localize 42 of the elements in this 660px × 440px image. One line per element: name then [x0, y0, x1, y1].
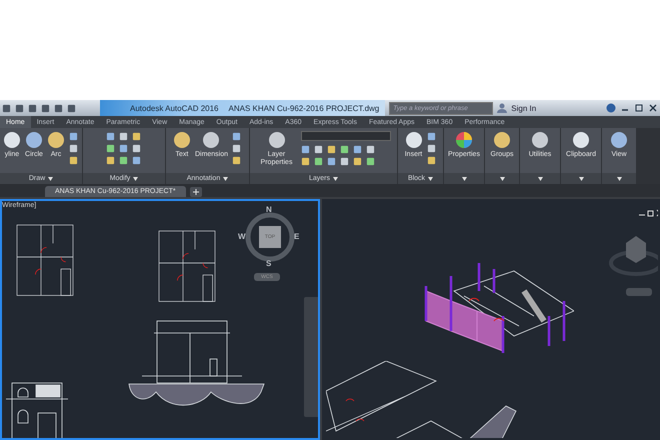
panel-footer[interactable]	[520, 173, 560, 184]
compass-label: S	[266, 259, 272, 268]
panel-footer[interactable]	[444, 173, 484, 184]
close-icon[interactable]	[648, 103, 658, 113]
caret-icon	[428, 176, 434, 180]
tool-icon	[202, 131, 220, 149]
file-title: ANAS KHAN Cu-962-2016 PROJECT.dwg	[228, 104, 380, 112]
caret-icon	[223, 176, 228, 180]
panel-footer[interactable]	[485, 173, 519, 184]
sign-in-link[interactable]: Sign In	[511, 104, 536, 112]
caret-icon	[462, 176, 466, 180]
caret-icon	[538, 176, 542, 180]
caret-icon	[578, 176, 584, 180]
caret-icon	[333, 176, 338, 180]
viewport-controls-icon[interactable]	[638, 209, 658, 217]
caret-icon	[500, 176, 504, 180]
drawing-viewport[interactable]	[322, 199, 660, 440]
tool-icon	[172, 131, 191, 149]
tool-icon	[572, 131, 590, 149]
plus-icon[interactable]	[190, 187, 202, 197]
panel-footer[interactable]	[561, 173, 601, 184]
panel-footer[interactable]	[602, 173, 636, 184]
caret-icon	[133, 176, 138, 180]
tool-icon	[404, 131, 422, 149]
tool-icon	[493, 131, 511, 149]
app-title: Autodesk AutoCAD 2016	[130, 104, 219, 112]
tool-icon	[3, 131, 21, 149]
caret-icon	[616, 176, 622, 180]
tool-icon	[268, 131, 286, 149]
restore-icon[interactable]	[634, 103, 644, 113]
caret-icon	[48, 176, 54, 180]
color-wheel-icon	[455, 131, 473, 149]
compass-label: E	[294, 232, 300, 241]
compass-label: W	[238, 232, 246, 241]
tool-icon	[47, 131, 65, 149]
user-icon	[497, 103, 508, 113]
help-icon[interactable]	[606, 103, 616, 113]
layer-dropdown[interactable]	[300, 131, 390, 141]
tool-icon	[25, 131, 43, 149]
tool-icon	[531, 131, 549, 149]
compass-label: N	[266, 205, 272, 214]
tool-icon	[610, 131, 628, 149]
